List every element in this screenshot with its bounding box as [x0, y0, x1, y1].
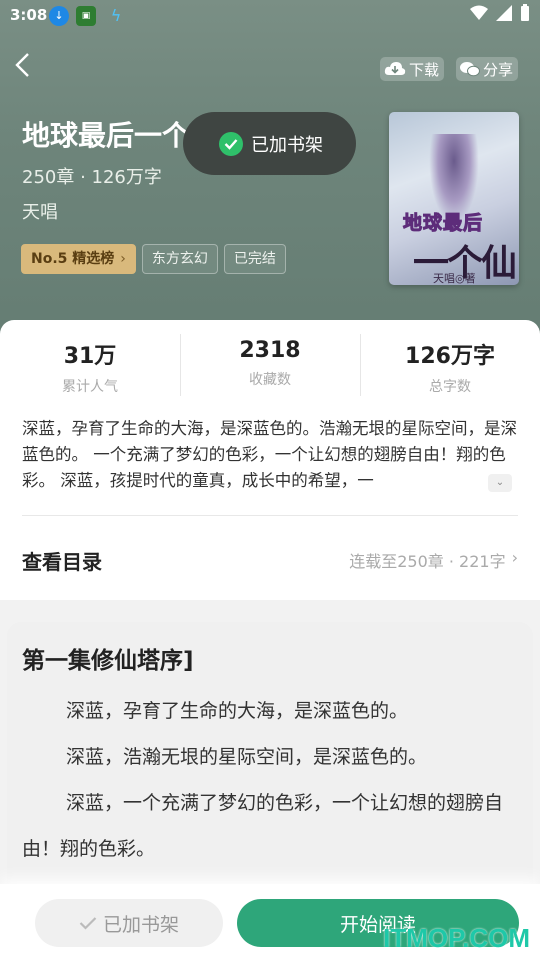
share-button[interactable]: 分享	[455, 57, 518, 81]
chapter-body: 深蓝，孕育了生命的大海，是深蓝色的。 深蓝，浩瀚无垠的星际空间，是深蓝色的。 深…	[22, 688, 522, 872]
book-tags: No.5 精选榜 › 东方玄幻 已完结	[21, 244, 286, 274]
download-status-icon: ↓	[49, 6, 69, 26]
toc-title[interactable]: 查看目录	[22, 546, 102, 575]
chapter-paragraph: 深蓝，孕育了生命的大海，是深蓝色的。	[66, 700, 409, 722]
status-right	[470, 4, 530, 22]
stat-value: 2318	[239, 338, 301, 363]
book-meta: 250章 · 126万字	[22, 167, 162, 188]
bottom-bar: 已加书架 开始阅读 ITMOP.COM	[0, 884, 540, 960]
toc-status[interactable]: 连载至250章 · 221字 ›	[349, 548, 518, 572]
stats-row: 31万 累计人气 2318 收藏数 126万字 总字数	[0, 334, 540, 396]
chapter-preview[interactable]: 第一集修仙塔序] 深蓝，孕育了生命的大海，是深蓝色的。 深蓝，浩瀚无垠的星际空间…	[7, 622, 533, 922]
stat-label: 收藏数	[249, 372, 291, 388]
app-status-icon: ▣	[76, 6, 96, 26]
watermark: ITMOP.COM	[383, 923, 530, 953]
status-tag: 已完结	[223, 244, 286, 274]
rank-tag[interactable]: No.5 精选榜 ›	[21, 244, 136, 274]
download-label: 下载	[408, 60, 439, 79]
cloud-download-icon	[384, 62, 406, 75]
flutter-status-icon: ϟ	[110, 6, 122, 25]
toast: 已加书架	[183, 112, 356, 175]
chevron-left-icon	[15, 53, 29, 77]
top-actions: 下载 分享	[379, 57, 518, 81]
stat-favorites: 2318 收藏数	[180, 334, 360, 396]
book-author[interactable]: 天唱	[22, 198, 58, 224]
wechat-icon	[459, 62, 480, 77]
toast-text: 已加书架	[251, 134, 323, 156]
cover-title-line1: 地球最后	[403, 212, 484, 235]
stat-label: 总字数	[429, 379, 471, 395]
toc-status-text: 连载至250章 · 221字	[349, 552, 506, 571]
book-title: 地球最后一个仙门	[22, 119, 192, 152]
check-icon	[79, 917, 97, 930]
battery-icon	[521, 4, 529, 21]
check-circle-icon	[219, 131, 243, 156]
added-to-shelf-button[interactable]: 已加书架	[35, 899, 223, 947]
chapter-title: 第一集修仙塔序]	[22, 648, 194, 674]
wifi-icon	[470, 5, 488, 20]
share-label: 分享	[482, 60, 513, 79]
rank-tag-label: No.5 精选榜	[31, 251, 115, 267]
chapter-paragraph: 深蓝，一个充满了梦幻的色彩，一个让幻想的翅膀自由！翔的色彩。	[22, 792, 504, 860]
back-button[interactable]	[14, 52, 46, 88]
chevron-right-icon: ›	[511, 548, 518, 567]
stat-value: 31万	[63, 344, 117, 369]
cover-author: 天唱◎著	[433, 272, 476, 285]
expand-icon[interactable]: ⌄	[488, 474, 512, 492]
status-bar: 3:08 ↓ ▣ ϟ	[0, 0, 540, 32]
chapter-paragraph: 深蓝，浩瀚无垠的星际空间，是深蓝色的。	[66, 746, 428, 768]
shelf-label: 已加书架	[102, 913, 179, 936]
book-cover: 地球最后 一个仙门 天唱◎著	[389, 112, 519, 285]
status-time: 3:08	[10, 6, 48, 24]
stat-label: 累计人气	[62, 379, 118, 395]
download-button[interactable]: 下载	[379, 57, 444, 81]
signal-icon	[496, 5, 512, 21]
book-header: 3:08 ↓ ▣ ϟ 下载 分享 地球最后一个仙门 250章 · 1	[0, 0, 540, 340]
info-card: 31万 累计人气 2318 收藏数 126万字 总字数 深蓝，孕育了生命的大海，…	[0, 320, 540, 600]
chevron-right-icon: ›	[120, 251, 126, 267]
book-intro[interactable]: 深蓝，孕育了生命的大海，是深蓝色的。浩瀚无垠的星际空间，是深蓝色的。 一个充满了…	[22, 416, 518, 494]
genre-tag[interactable]: 东方玄幻	[141, 244, 218, 274]
divider	[22, 515, 518, 516]
stat-popularity: 31万 累计人气	[0, 334, 180, 396]
stat-word-count: 126万字 总字数	[360, 334, 540, 396]
stat-value: 126万字	[405, 344, 495, 369]
